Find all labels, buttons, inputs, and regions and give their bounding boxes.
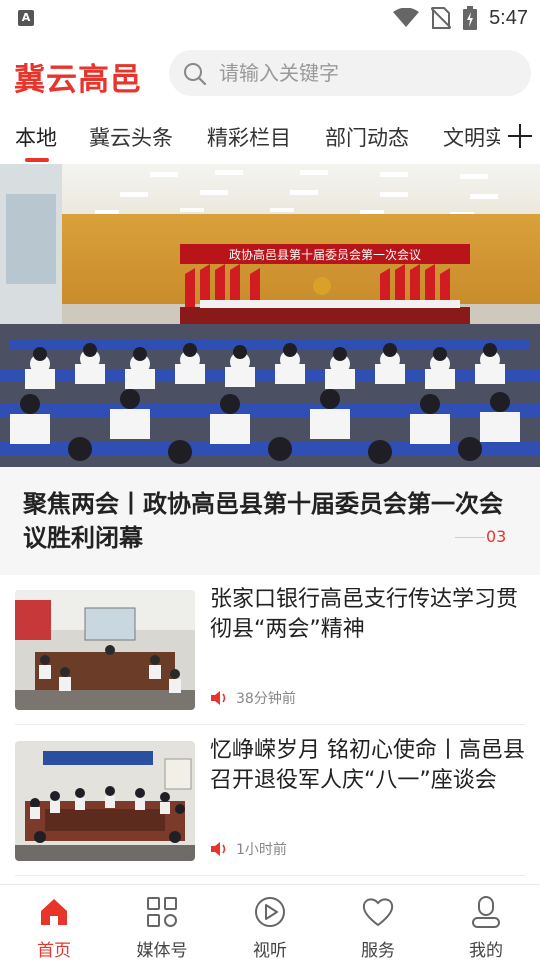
banner-sign: 政协高邑县第十届委员会第一次会议 bbox=[229, 247, 421, 262]
channel-tabs: 本地 冀云头条 精彩栏目 部门动态 文明实践 bbox=[0, 112, 540, 164]
banner-carousel[interactable]: 政协高邑县第十届委员会第一次会议 bbox=[0, 164, 540, 467]
search-bar[interactable] bbox=[169, 50, 531, 96]
search-input[interactable] bbox=[219, 58, 509, 88]
banner-divider bbox=[455, 537, 485, 538]
tab-local[interactable]: 本地 bbox=[15, 122, 57, 152]
nav-video[interactable]: 视听 bbox=[216, 885, 324, 961]
news-thumbnail bbox=[15, 590, 195, 710]
divider bbox=[15, 724, 525, 725]
speaker-icon[interactable] bbox=[210, 841, 228, 857]
app-header: 冀云高邑 bbox=[0, 40, 540, 106]
status-bar: A 5:47 bbox=[0, 0, 540, 36]
wifi-icon bbox=[393, 8, 420, 27]
news-meta: 1小时前 bbox=[210, 839, 287, 859]
bottom-navigation: 首页 媒体号 视听 服务 我的 bbox=[0, 884, 540, 961]
battery-icon bbox=[463, 6, 478, 30]
nav-label: 服务 bbox=[361, 941, 395, 961]
add-channel-icon[interactable] bbox=[508, 124, 532, 148]
nav-media[interactable]: 媒体号 bbox=[108, 885, 216, 961]
divider bbox=[15, 875, 525, 876]
grid-icon bbox=[147, 897, 177, 927]
news-thumbnail bbox=[15, 741, 195, 861]
home-icon bbox=[41, 899, 67, 925]
nav-label: 我的 bbox=[469, 941, 503, 961]
nav-profile[interactable]: 我的 bbox=[432, 885, 540, 961]
speaker-icon[interactable] bbox=[210, 690, 228, 706]
nav-services[interactable]: 服务 bbox=[324, 885, 432, 961]
news-time: 38分钟前 bbox=[236, 691, 296, 707]
no-sim-icon bbox=[431, 7, 452, 29]
app-notification-icon: A bbox=[18, 10, 34, 26]
tab-jiyun-headlines[interactable]: 冀云头条 bbox=[89, 122, 173, 152]
clock: 5:47 bbox=[489, 6, 528, 29]
news-item[interactable]: 张家口银行高邑支行传达学习贯彻县“两会”精神 38分钟前 bbox=[0, 575, 540, 725]
tab-department-news[interactable]: 部门动态 bbox=[325, 122, 409, 152]
banner-index: 03 bbox=[486, 527, 507, 546]
news-title: 忆峥嵘岁月 铭初心使命丨高邑县召开退役军人庆“八一”座谈会 bbox=[210, 738, 525, 793]
tab-featured-columns[interactable]: 精彩栏目 bbox=[207, 122, 291, 152]
heart-icon bbox=[362, 898, 394, 927]
banner-title: 聚焦两会丨政协高邑县第十届委员会第一次会议胜利闭幕 bbox=[23, 490, 503, 552]
nav-label: 媒体号 bbox=[136, 941, 188, 961]
nav-home[interactable]: 首页 bbox=[0, 885, 108, 961]
user-icon bbox=[472, 896, 500, 928]
play-icon bbox=[255, 897, 285, 927]
banner-image: 政协高邑县第十届委员会第一次会议 bbox=[0, 164, 540, 467]
nav-label: 首页 bbox=[37, 941, 71, 961]
banner-caption[interactable]: 聚焦两会丨政协高邑县第十届委员会第一次会议胜利闭幕 03 bbox=[0, 467, 540, 575]
active-tab-indicator bbox=[25, 158, 49, 162]
nav-label: 视听 bbox=[253, 941, 287, 961]
news-title: 张家口银行高邑支行传达学习贯彻县“两会”精神 bbox=[210, 587, 519, 642]
search-icon bbox=[184, 63, 207, 86]
news-meta: 38分钟前 bbox=[210, 688, 296, 708]
news-item[interactable]: 忆峥嵘岁月 铭初心使命丨高邑县召开退役军人庆“八一”座谈会 1小时前 bbox=[0, 726, 540, 876]
news-time: 1小时前 bbox=[236, 842, 287, 858]
app-logo: 冀云高邑 bbox=[14, 62, 142, 98]
